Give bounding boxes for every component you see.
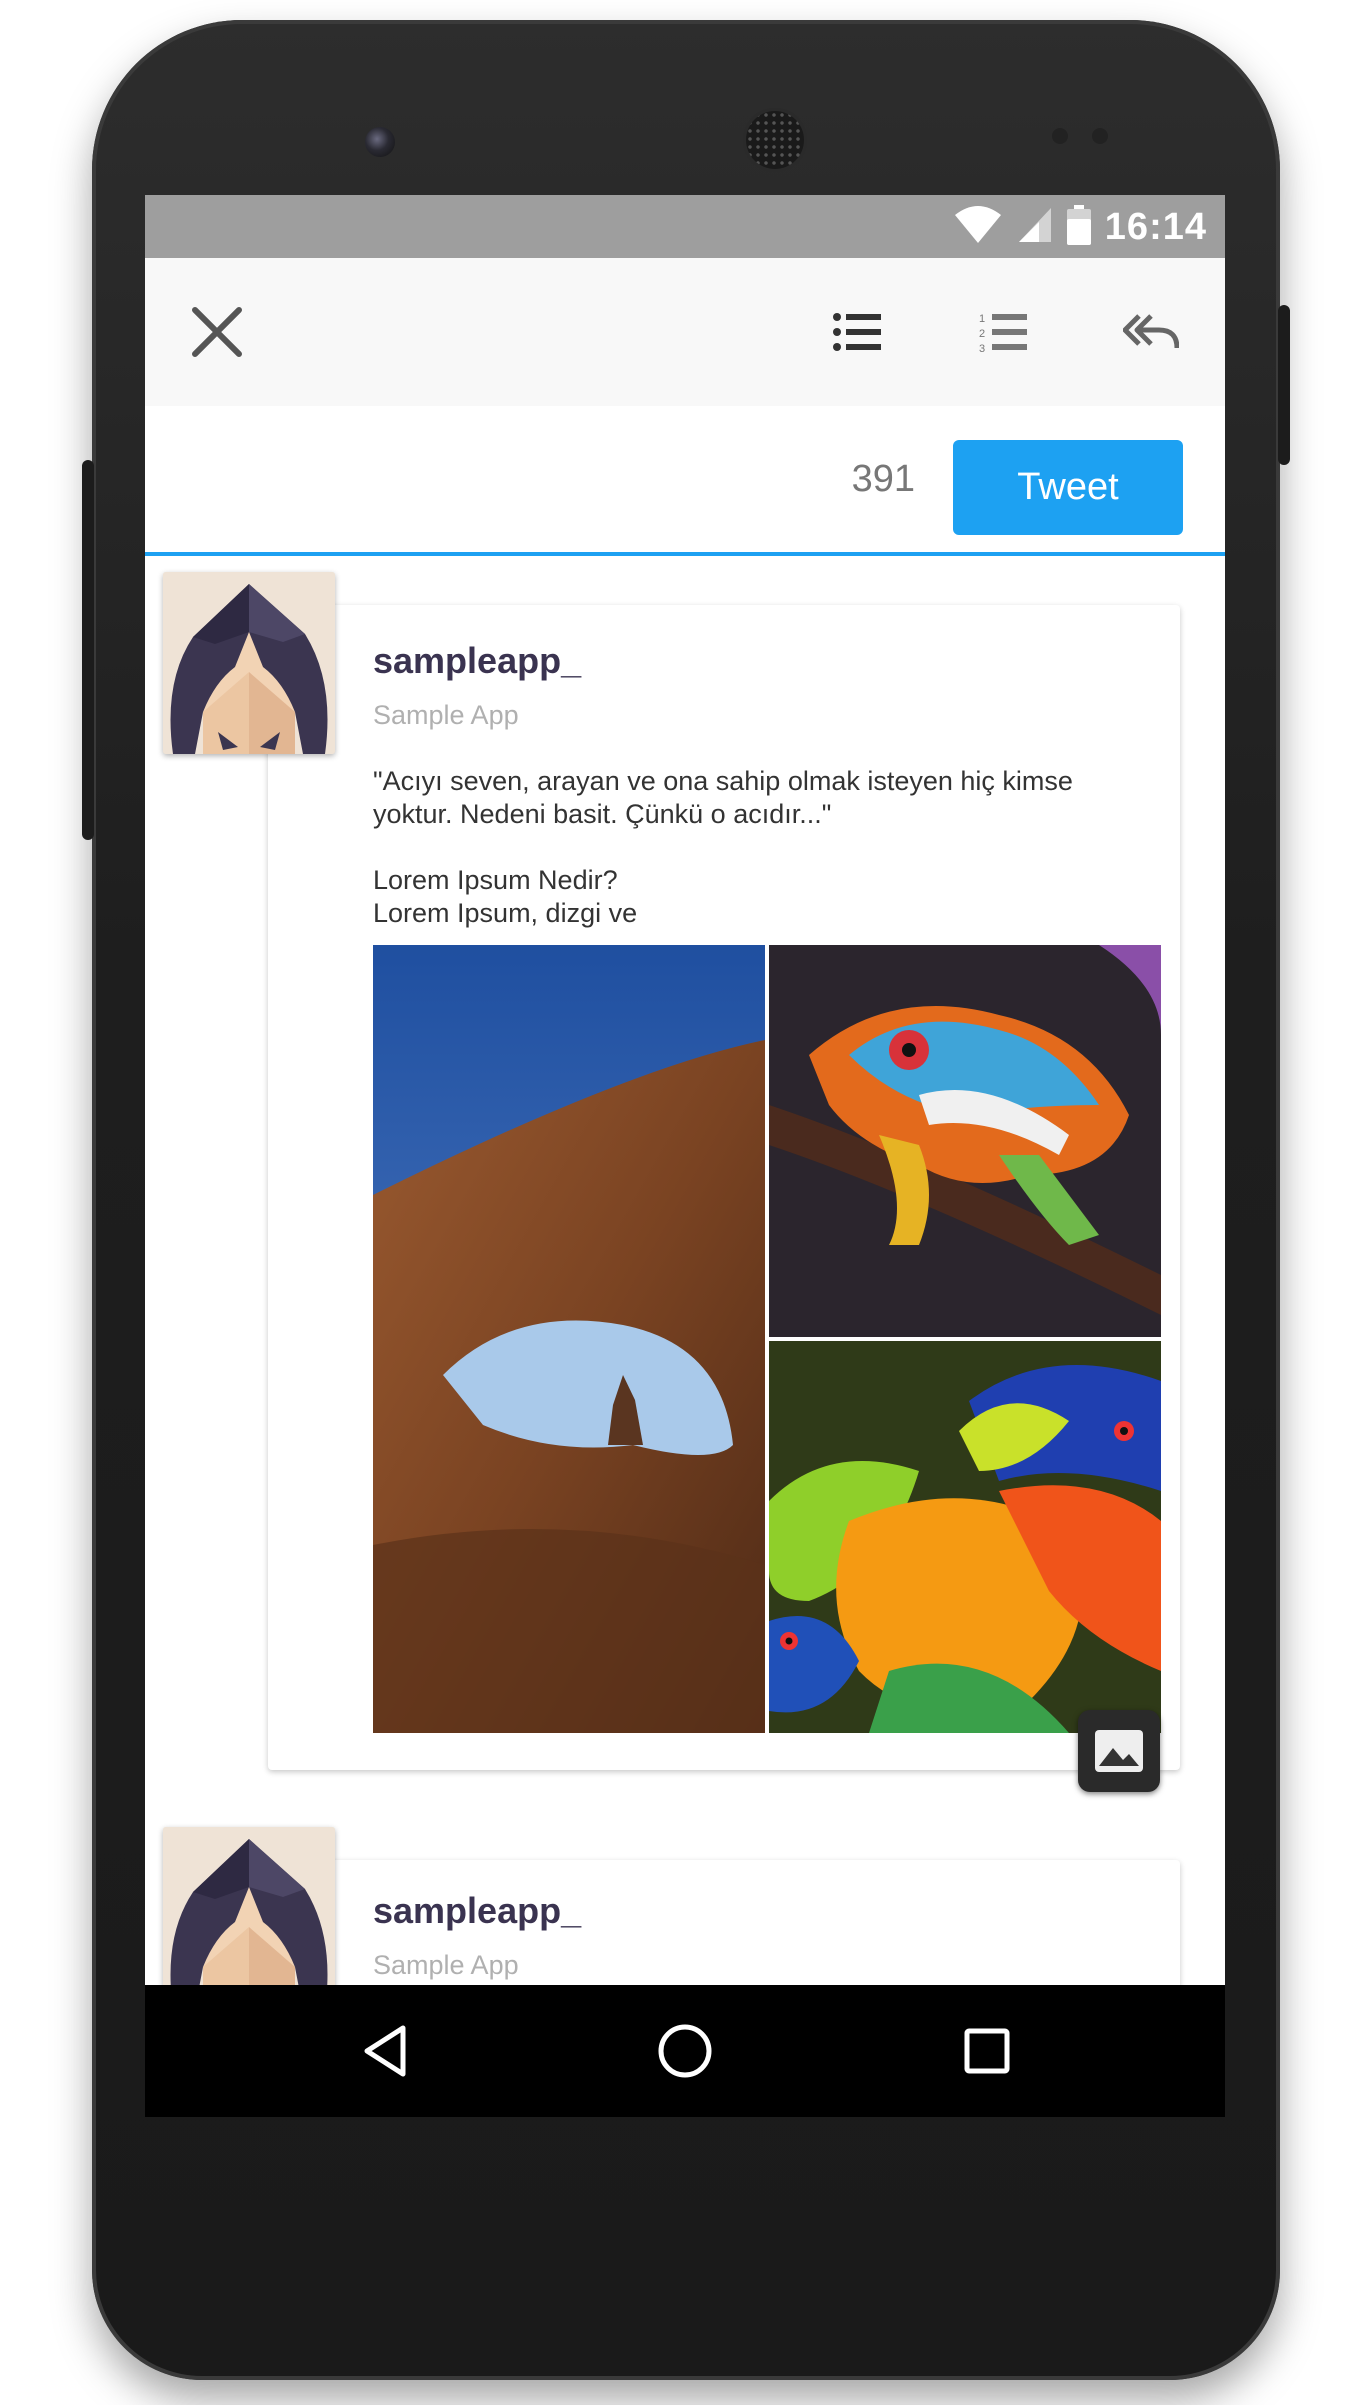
tweet-username[interactable]: sampleapp_ — [373, 640, 581, 682]
close-icon[interactable] — [185, 300, 249, 364]
tweet-media-grid[interactable] — [373, 945, 1161, 1733]
avatar[interactable] — [163, 572, 335, 754]
numbered-list-icon[interactable]: 1 2 3 — [971, 300, 1035, 364]
signal-icon — [1017, 206, 1053, 249]
proximity-sensor — [1052, 128, 1068, 144]
status-bar: 16:14 — [145, 195, 1225, 258]
clock: 16:14 — [1104, 205, 1207, 248]
media-image-rock-arch[interactable] — [373, 945, 765, 1733]
svg-text:1: 1 — [979, 313, 985, 325]
tweet-username[interactable]: sampleapp_ — [373, 1890, 581, 1932]
tweet-fullname: Sample App — [373, 700, 519, 730]
tweet-composer[interactable]: 391 Tweet — [145, 406, 1225, 556]
front-camera — [365, 127, 395, 157]
media-image-chameleon[interactable] — [769, 945, 1161, 1337]
battery-icon — [1066, 204, 1091, 250]
navigation-bar — [145, 1985, 1225, 2117]
tweet-feed[interactable]: sampleapp_ Sample App "Acıyı seven, aray… — [145, 560, 1225, 1985]
back-icon[interactable] — [355, 2021, 415, 2081]
volume-button — [82, 460, 94, 840]
list-icon[interactable] — [825, 300, 889, 364]
recents-icon[interactable] — [957, 2021, 1017, 2081]
toolbar: 1 2 3 — [145, 258, 1225, 406]
avatar[interactable] — [163, 1827, 335, 1985]
light-sensor — [1092, 128, 1108, 144]
character-counter: 391 — [851, 458, 915, 500]
tweet-card[interactable]: sampleapp_ Sample App "Acıyı seven, aray… — [268, 605, 1180, 1792]
tweet-text: "Acıyı seven, arayan ve ona sahip olmak … — [373, 766, 1073, 928]
tweet-button[interactable]: Tweet — [953, 440, 1183, 535]
image-gallery-icon[interactable] — [1078, 1710, 1160, 1792]
home-icon[interactable] — [655, 2021, 715, 2081]
svg-text:2: 2 — [979, 328, 985, 340]
tweet-card[interactable]: sampleapp_ Sample App — [268, 1860, 1180, 1985]
media-image-parrots[interactable] — [769, 1341, 1161, 1733]
wifi-icon — [953, 205, 1003, 250]
tweet-fullname: Sample App — [373, 1950, 519, 1980]
svg-text:3: 3 — [979, 343, 985, 352]
reply-all-icon[interactable] — [1119, 300, 1183, 364]
screen: 16:14 1 2 3 391 Tweet sampleapp_ Sample Ap… — [145, 195, 1225, 2117]
earpiece-speaker — [746, 111, 804, 169]
power-button — [1278, 305, 1290, 465]
